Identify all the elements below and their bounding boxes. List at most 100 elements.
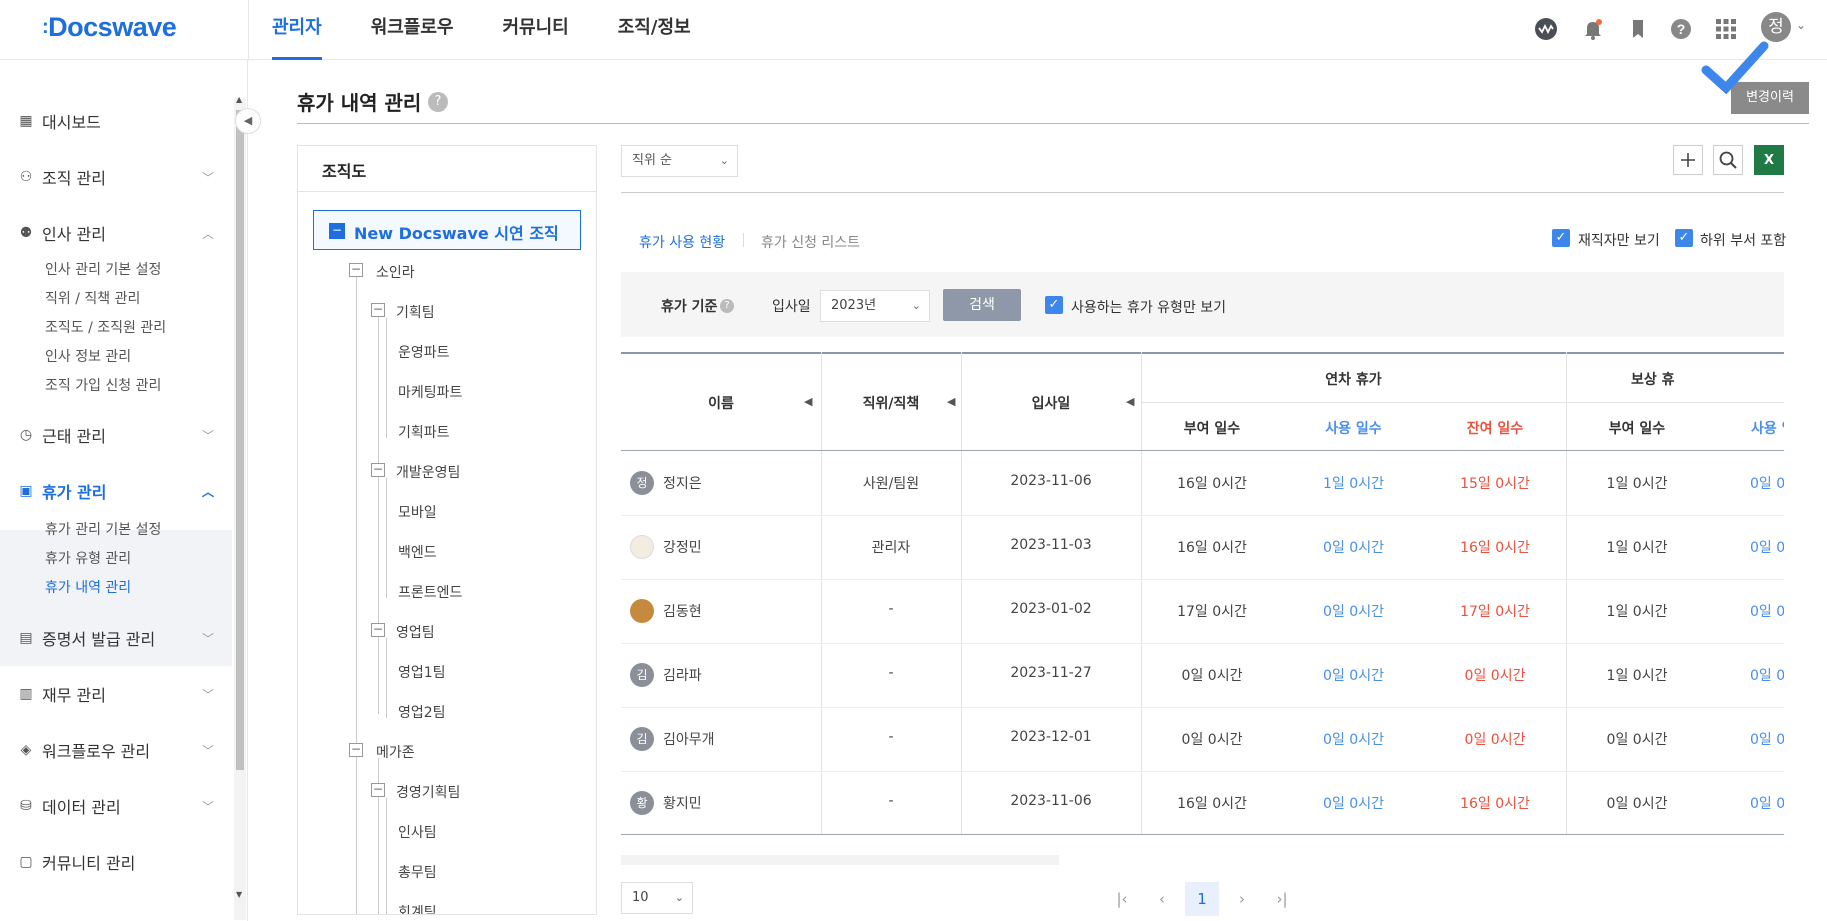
cell-used[interactable]: 1일 0시간 [1283,473,1424,493]
tree-node[interactable]: 영업1팀 [398,662,446,682]
sidebar-sub-hr-settings[interactable]: 인사 관리 기본 설정 [45,259,161,279]
tree-node[interactable]: 운영파트 [398,342,450,362]
tab-leave-usage[interactable]: 휴가 사용 현황 [639,232,725,252]
tree-node[interactable]: 영업팀 [396,622,435,642]
docswave-logo[interactable]: :Docswave [42,12,177,43]
sidebar-item-community[interactable]: ▢ 커뮤니티 관리 [18,850,214,874]
sidebar-sub-leave-settings[interactable]: 휴가 관리 기본 설정 [45,519,161,539]
employee-name[interactable]: 정지은 [663,473,702,493]
tree-node[interactable]: 기획파트 [398,422,450,442]
cell-used[interactable]: 0일 0시간 [1283,537,1424,557]
employee-name[interactable]: 강정민 [663,537,702,557]
sidebar-item-attendance[interactable]: ◷ 근태 관리 ﹀ [18,423,214,447]
search-button[interactable] [1713,145,1743,175]
employee-name[interactable]: 김라파 [663,665,702,685]
help-icon[interactable]: ? [428,92,448,112]
header-position[interactable]: 직위/직책 ◀ [821,393,961,413]
wave-icon[interactable] [1533,16,1559,42]
tree-node[interactable]: 마케팅파트 [398,382,462,402]
sidebar-sub-positions[interactable]: 직위 / 직책 관리 [45,288,140,308]
employee-name[interactable]: 김동현 [663,601,702,621]
cell-used[interactable]: 0일 0시간 [1283,729,1424,749]
employee-name[interactable]: 황지민 [663,793,702,813]
tree-node[interactable]: 인사팀 [398,822,437,842]
sidebar-item-dashboard[interactable]: ▦ 대시보드 [18,109,214,133]
scroll-up-icon[interactable]: ▲ [236,95,242,104]
sort-select[interactable]: 직위 순 ⌄ [621,145,738,177]
first-page-icon[interactable]: |‹ [1105,882,1139,916]
sidebar-sub-leave-types[interactable]: 휴가 유형 관리 [45,548,131,568]
bell-icon[interactable] [1580,16,1606,42]
prev-page-icon[interactable]: ‹ [1145,882,1179,916]
tree-node[interactable]: 총무팀 [398,862,437,882]
sidebar-item-leave[interactable]: ▣ 휴가 관리 ︿ [18,479,214,503]
nav-org-info[interactable]: 조직/정보 [618,0,691,60]
used-types-only-checkbox[interactable]: ✓ [1045,296,1063,314]
include-sub-checkbox[interactable]: ✓ [1675,229,1693,247]
cell-comp-used[interactable]: 0일 0시 [1750,665,1784,685]
last-page-icon[interactable]: ›| [1265,882,1299,916]
next-page-icon[interactable]: › [1225,882,1259,916]
tree-node[interactable]: 소인라 [376,262,415,282]
help-icon[interactable]: ? [1668,16,1694,42]
cell-used[interactable]: 0일 0시간 [1283,601,1424,621]
collapse-box-icon[interactable]: − [329,223,345,239]
collapse-box-icon[interactable]: − [371,303,385,317]
collapse-box-icon[interactable]: − [371,623,385,637]
sidebar-sub-hr-info[interactable]: 인사 정보 관리 [45,346,131,366]
active-only-checkbox[interactable]: ✓ [1552,229,1570,247]
tree-node[interactable]: 경영기획팀 [396,782,460,802]
page-size-select[interactable]: 10 ⌄ [621,882,693,914]
collapse-box-icon[interactable]: − [371,783,385,797]
sidebar-item-finance[interactable]: ▥ 재무 관리 ﹀ [18,682,214,706]
sidebar-sub-join-requests[interactable]: 조직 가입 신청 관리 [45,375,161,395]
add-button[interactable] [1673,145,1703,175]
cell-used[interactable]: 0일 0시간 [1283,793,1424,813]
tree-node[interactable]: 개발운영팀 [396,462,460,482]
sidebar-item-workflow[interactable]: ◈ 워크플로우 관리 ﹀ [18,738,214,762]
sort-icon[interactable]: ◀ [1126,395,1134,408]
help-icon[interactable]: ? [720,299,734,313]
tree-node[interactable]: 프론트엔드 [398,582,462,602]
cell-comp-used[interactable]: 0일 0시 [1750,729,1784,749]
sort-icon[interactable]: ◀ [804,395,812,408]
bookmark-icon[interactable] [1625,16,1651,42]
cell-comp-used[interactable]: 0일 0시 [1750,793,1784,813]
cell-used[interactable]: 0일 0시간 [1283,665,1424,685]
nav-workflow[interactable]: 워크플로우 [371,0,454,60]
scroll-down-icon[interactable]: ▼ [236,890,242,899]
header-join-date[interactable]: 입사일 ◀ [961,393,1141,413]
sidebar-sub-leave-history[interactable]: 휴가 내역 관리 [45,577,131,597]
cell-comp-used[interactable]: 0일 0시 [1750,473,1784,493]
employee-name[interactable]: 김아무개 [663,729,715,749]
page-number-current[interactable]: 1 [1185,882,1219,916]
sidebar-item-hr[interactable]: ⚉ 인사 관리 ︿ [18,221,214,245]
collapse-box-icon[interactable]: − [349,743,363,757]
collapse-box-icon[interactable]: − [371,463,385,477]
nav-community[interactable]: 커뮤니티 [503,0,569,60]
tree-node[interactable]: 메가존 [376,742,415,762]
header-name[interactable]: 이름 ◀ [621,393,821,413]
tree-node[interactable]: 영업2팀 [398,702,446,722]
tree-node[interactable]: 기획팀 [396,302,435,322]
excel-download-button[interactable]: X [1754,145,1784,175]
sidebar-item-data[interactable]: ⛁ 데이터 관리 ﹀ [18,794,214,818]
tree-node[interactable]: 백엔드 [398,542,437,562]
cell-comp-used[interactable]: 0일 0시 [1750,537,1784,557]
sidebar-scrollbar-thumb[interactable] [236,110,244,770]
filter-search-button[interactable]: 검색 [943,289,1021,321]
table-horizontal-scrollbar[interactable] [621,855,1059,865]
org-root-node[interactable]: − New Docswave 시연 조직 [313,210,581,250]
tab-leave-requests[interactable]: 휴가 신청 리스트 [761,232,860,252]
cell-comp-used[interactable]: 0일 0시 [1750,601,1784,621]
sidebar-item-certificate[interactable]: ▤ 증명서 발급 관리 ﹀ [18,626,214,650]
nav-admin[interactable]: 관리자 [272,0,322,60]
chevron-down-icon[interactable]: ⌄ [1796,18,1806,32]
year-select[interactable]: 2023년 ⌄ [820,290,930,322]
collapse-box-icon[interactable]: − [349,263,363,277]
sort-icon[interactable]: ◀ [947,395,955,408]
sidebar-item-org[interactable]: ⚇ 조직 관리 ﹀ [18,165,214,189]
tree-node[interactable]: 회계팀 [398,902,437,914]
sidebar-sub-orgchart[interactable]: 조직도 / 조직원 관리 [45,317,166,337]
sidebar-collapse-button[interactable]: ◀ [235,108,261,134]
